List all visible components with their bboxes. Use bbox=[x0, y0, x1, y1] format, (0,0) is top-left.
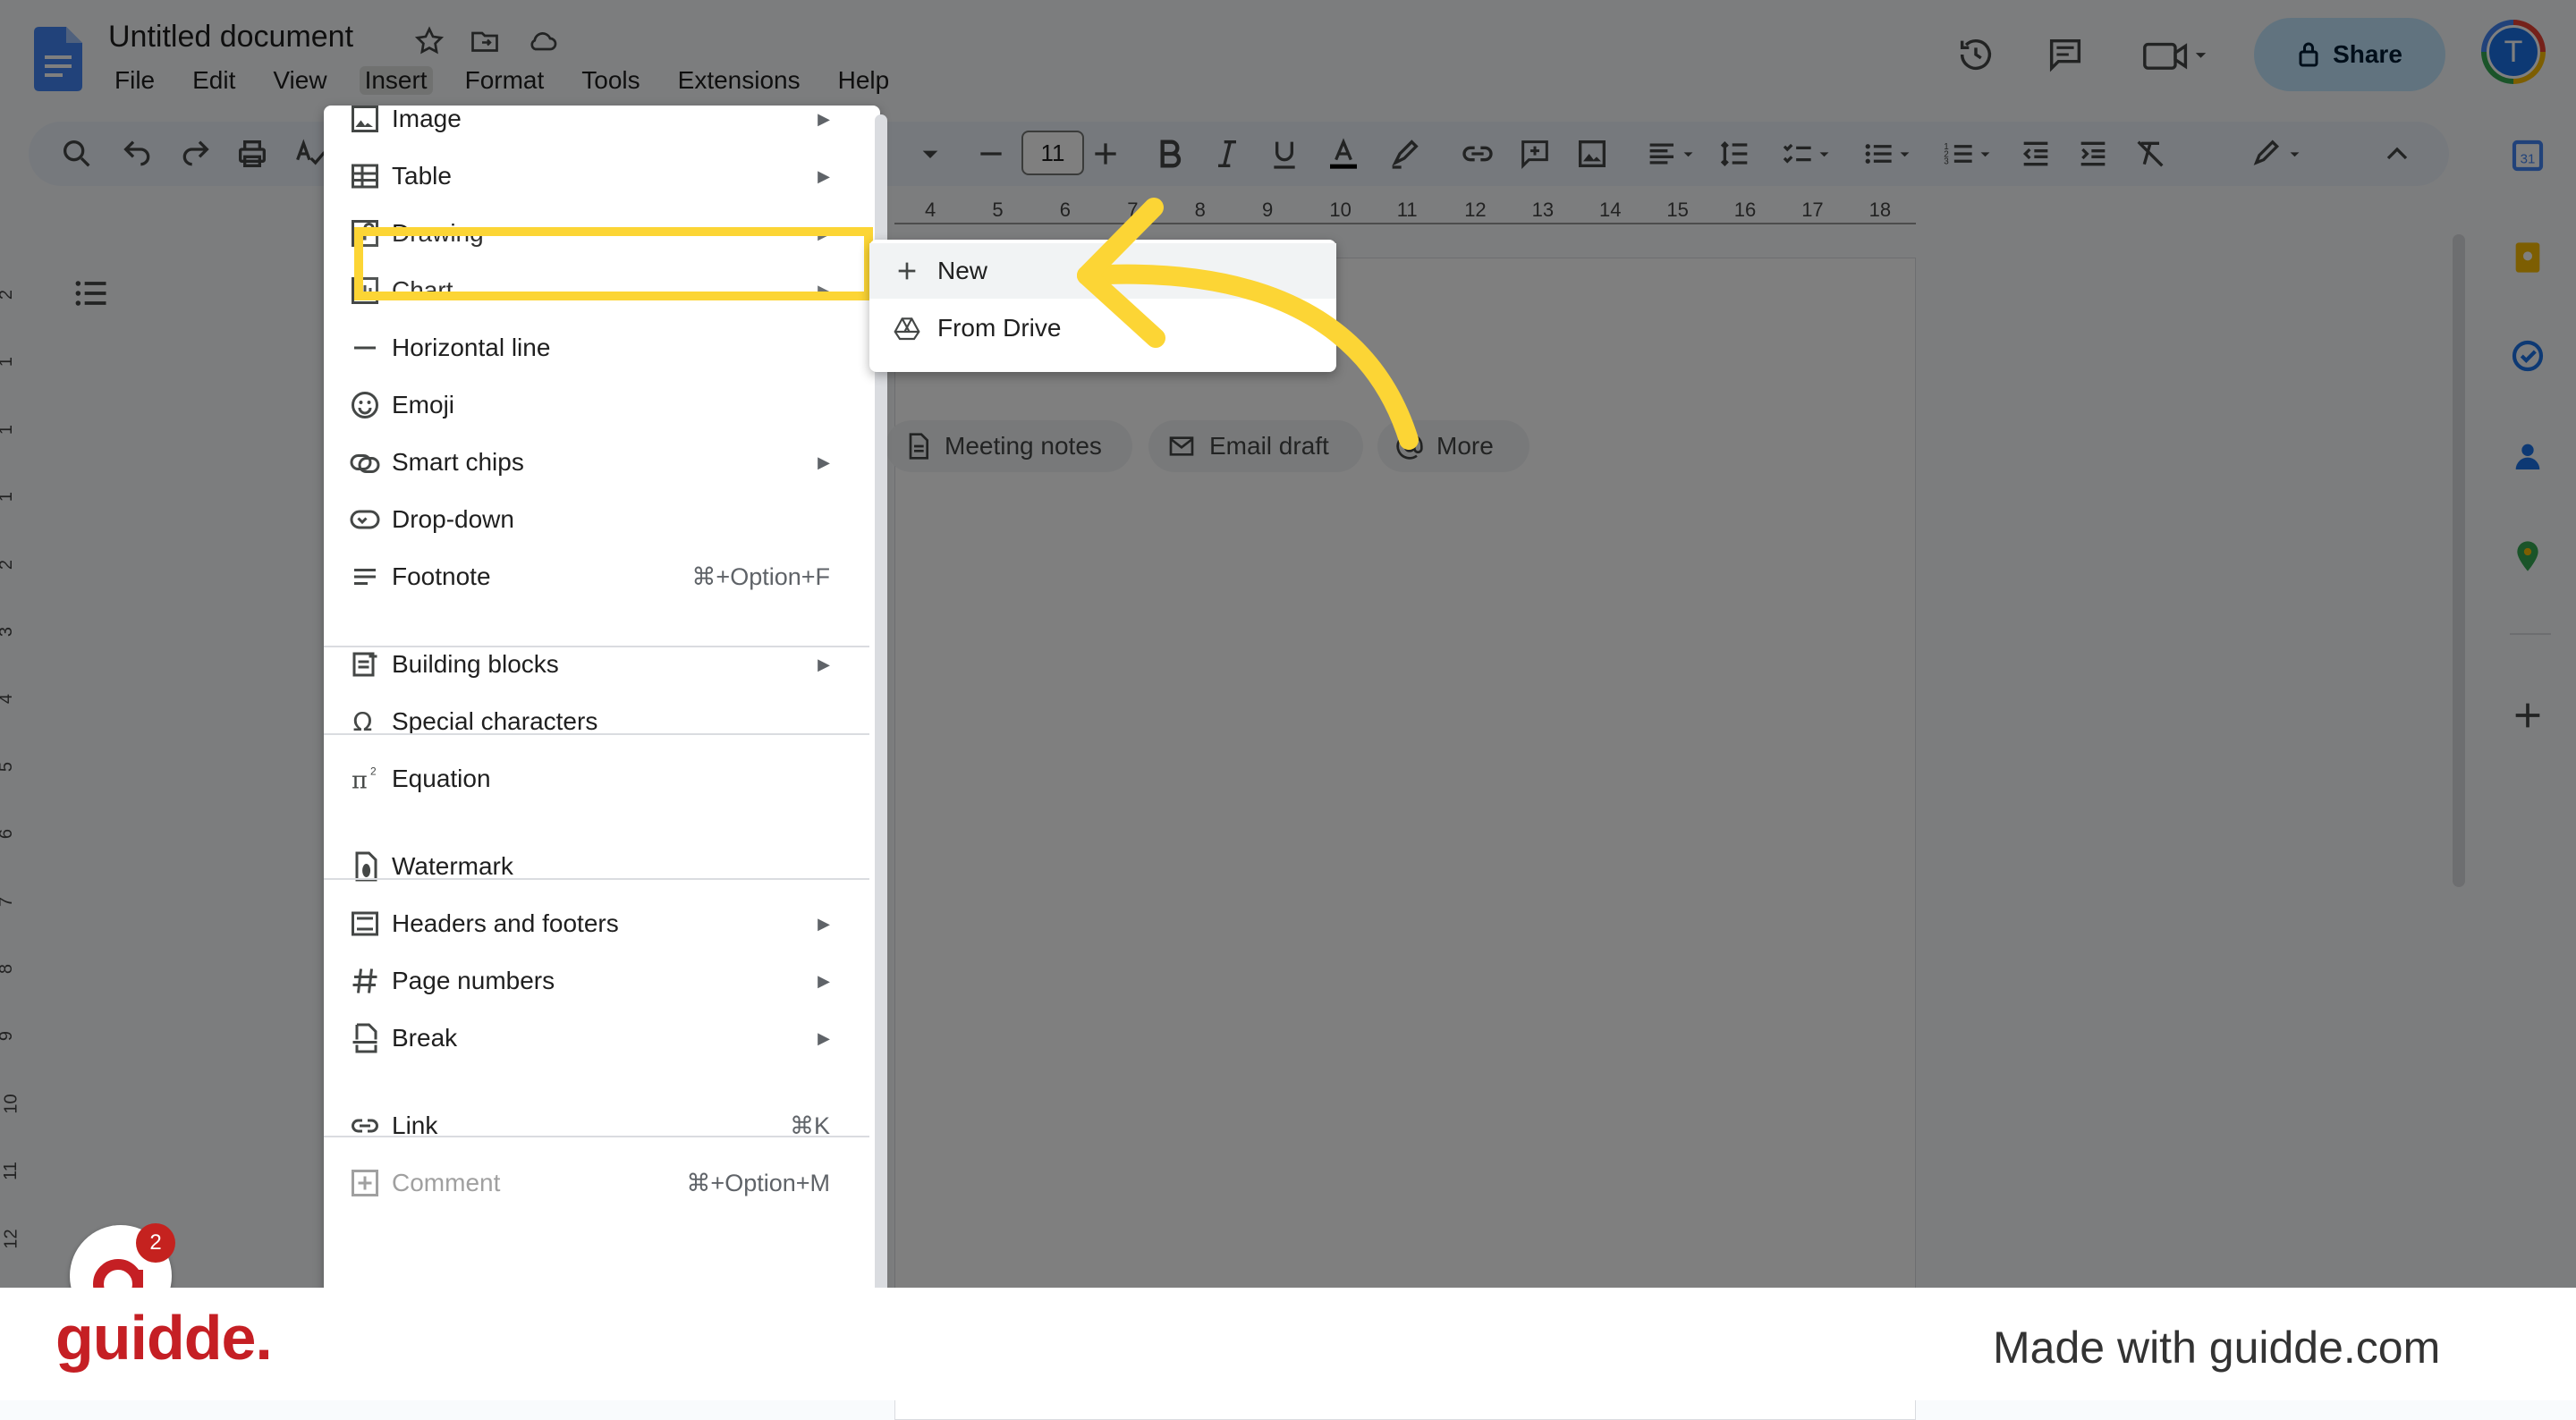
break-icon bbox=[352, 1023, 377, 1053]
building-blocks-icon bbox=[352, 652, 377, 677]
menu-separator bbox=[324, 733, 869, 735]
insert-menu-item-page-numbers[interactable]: Page numbers ▶ bbox=[324, 954, 880, 1008]
submenu-arrow-icon: ▶ bbox=[818, 655, 830, 673]
submenu-label: New bbox=[937, 257, 988, 284]
menu-item-shortcut: ⌘+Option+M bbox=[686, 1169, 830, 1196]
comment-icon bbox=[352, 1170, 378, 1196]
submenu-arrow-icon: ▶ bbox=[818, 166, 830, 185]
menu-item-label: Footnote bbox=[392, 562, 491, 590]
menu-item-label: Headers and footers bbox=[392, 909, 619, 937]
insert-menu-item-headers-and-footers[interactable]: Headers and footers ▶ bbox=[324, 897, 880, 951]
menu-item-label: Table bbox=[392, 162, 452, 190]
insert-menu-item-emoji[interactable]: Emoji bbox=[324, 378, 880, 432]
dropdown-icon bbox=[350, 510, 380, 529]
hash-icon bbox=[352, 968, 377, 993]
guidde-logo: guidde. bbox=[55, 1303, 273, 1373]
menu-item-label: Watermark bbox=[392, 852, 513, 880]
insert-menu-item-equation[interactable]: π 2 Equation bbox=[324, 752, 880, 806]
menu-item-label: Drop-down bbox=[392, 505, 514, 533]
menu-separator bbox=[324, 878, 869, 880]
submenu-arrow-icon: ▶ bbox=[818, 452, 830, 471]
submenu-arrow-icon: ▶ bbox=[818, 1028, 830, 1047]
plus-icon bbox=[898, 262, 916, 280]
submenu-arrow-icon: ▶ bbox=[818, 971, 830, 990]
drive-icon bbox=[894, 317, 920, 341]
table-icon bbox=[352, 164, 378, 189]
insert-menu-item-special-characters[interactable]: Ω Special characters bbox=[324, 695, 880, 748]
menu-item-label: Image bbox=[392, 105, 462, 132]
menu-item-label: Page numbers bbox=[392, 967, 555, 994]
menu-separator bbox=[324, 1136, 869, 1137]
menu-item-label: Special characters bbox=[392, 707, 598, 735]
insert-menu-item-link[interactable]: Link ⌘K bbox=[324, 1099, 880, 1153]
submenu-arrow-icon: ▶ bbox=[818, 109, 830, 128]
insert-menu-item-smart-chips[interactable]: Smart chips ▶ bbox=[324, 435, 880, 489]
menu-item-label: Smart chips bbox=[392, 448, 524, 476]
insert-menu-item-drop-down[interactable]: Drop-down bbox=[324, 493, 880, 546]
menu-item-label: Emoji bbox=[392, 391, 455, 418]
headers-footers-icon bbox=[352, 911, 378, 936]
footnote-icon bbox=[354, 569, 376, 585]
svg-text:π: π bbox=[352, 767, 368, 795]
insert-menu-item-watermark[interactable]: Watermark bbox=[324, 840, 880, 893]
insert-menu-item-comment[interactable]: Comment ⌘+Option+M bbox=[324, 1156, 880, 1210]
menu-item-label: Break bbox=[392, 1024, 458, 1052]
menu-item-shortcut: ⌘+Option+F bbox=[691, 562, 830, 590]
insert-menu-item-footnote[interactable]: Footnote ⌘+Option+F bbox=[324, 550, 880, 604]
menu-item-label: Comment bbox=[392, 1169, 501, 1196]
notification-badge: 2 bbox=[136, 1223, 175, 1263]
drawing-highlight-box bbox=[354, 227, 873, 300]
pointer-arrow bbox=[1077, 198, 1419, 450]
image-icon bbox=[352, 106, 378, 132]
menu-item-label: Horizontal line bbox=[392, 334, 551, 361]
emoji-icon bbox=[352, 392, 378, 418]
insert-menu-item-image[interactable]: Image ▶ bbox=[324, 92, 880, 146]
insert-menu-item-break[interactable]: Break ▶ bbox=[324, 1011, 880, 1065]
insert-menu-item-horizontal-line[interactable]: Horizontal line bbox=[324, 321, 880, 375]
footer-credit: Made with guidde.com bbox=[1993, 1323, 2441, 1373]
insert-menu-item-table[interactable]: Table ▶ bbox=[324, 149, 880, 203]
submenu-label: From Drive bbox=[937, 314, 1062, 342]
svg-text:2: 2 bbox=[370, 765, 377, 778]
horizontal-line-icon bbox=[354, 346, 376, 350]
menu-separator bbox=[324, 646, 869, 647]
menu-item-label: Equation bbox=[392, 765, 491, 792]
submenu-arrow-icon: ▶ bbox=[818, 914, 830, 933]
menu-item-label: Building blocks bbox=[392, 650, 559, 678]
smart-chips-icon bbox=[350, 454, 380, 473]
pi-icon: π2 bbox=[352, 765, 377, 795]
